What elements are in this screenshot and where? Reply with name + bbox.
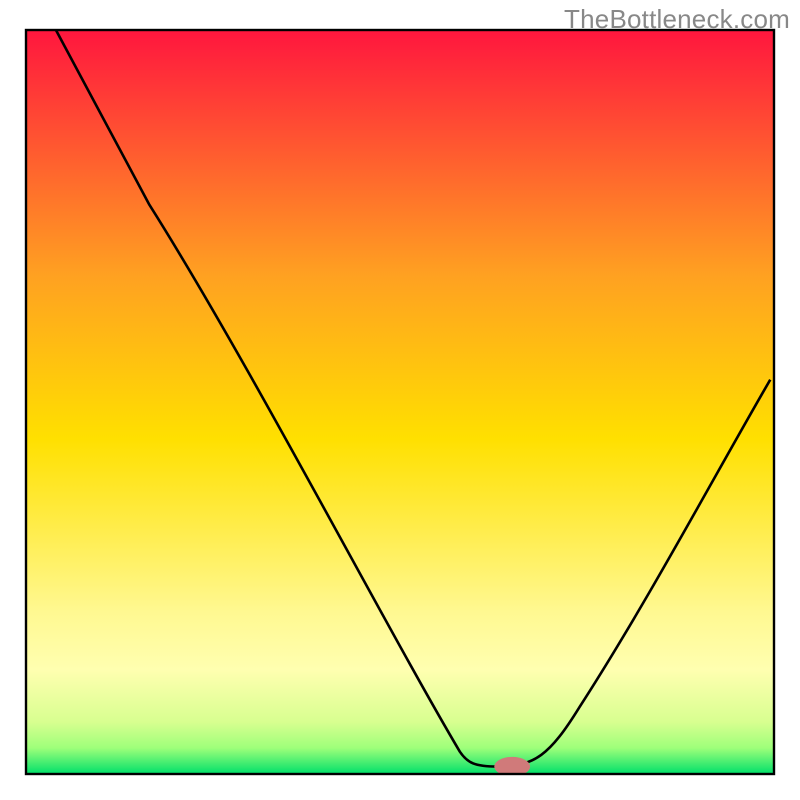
watermark-text: TheBottleneck.com [564, 4, 790, 35]
plot-background-gradient [26, 30, 774, 774]
bottleneck-chart [0, 0, 800, 800]
chart-container: TheBottleneck.com [0, 0, 800, 800]
